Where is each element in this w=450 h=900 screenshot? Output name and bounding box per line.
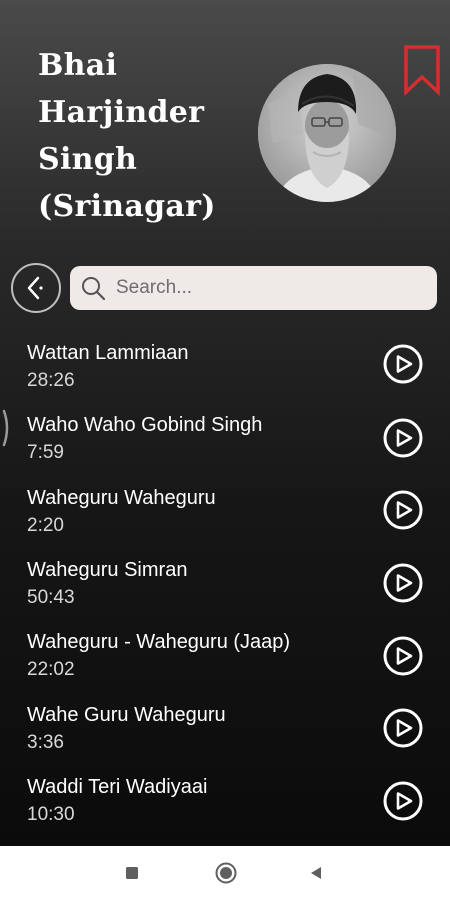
back-button[interactable]	[11, 263, 61, 313]
square-icon	[126, 867, 138, 879]
screen: Bhai Harjinder Singh (Srinagar) Search..…	[0, 0, 450, 846]
track-duration: 50:43	[27, 587, 75, 608]
list-item[interactable]: Wattan Lammiaan 28:26	[0, 342, 450, 408]
list-item[interactable]: Waheguru Simran 50:43	[0, 559, 450, 625]
track-title: Waheguru - Waheguru (Jaap)	[27, 631, 291, 653]
home-button[interactable]	[214, 861, 238, 885]
nav-back-button[interactable]	[306, 863, 326, 883]
back-arrow-icon	[27, 276, 43, 300]
search-bar	[70, 266, 437, 310]
recents-button[interactable]	[122, 863, 142, 883]
track-title: Wattan Lammiaan	[27, 342, 189, 364]
track-duration: 22:02	[27, 659, 75, 680]
track-duration: 2:20	[27, 515, 64, 536]
system-nav-bar	[0, 846, 450, 900]
bookmark-icon	[404, 45, 440, 97]
play-circle-icon[interactable]	[383, 490, 423, 530]
list-item[interactable]: Wahe Guru Waheguru 3:36	[0, 704, 450, 770]
track-title: Waheguru Waheguru	[27, 487, 216, 509]
artist-name: Bhai Harjinder Singh (Srinagar)	[38, 48, 216, 224]
track-title: Waho Waho Gobind Singh	[27, 414, 263, 436]
list-item[interactable]: Waddi Teri Wadiyaai 10:30	[0, 776, 450, 842]
bookmark-button[interactable]	[402, 44, 442, 97]
play-circle-icon[interactable]	[383, 344, 423, 384]
track-title: Waddi Teri Wadiyaai	[27, 776, 208, 798]
track-duration: 7:59	[27, 442, 64, 463]
track-title: Waheguru Simran	[27, 559, 188, 581]
home-circle-icon	[215, 862, 237, 884]
play-circle-icon[interactable]	[383, 636, 423, 676]
search-input[interactable]	[114, 267, 437, 309]
artist-avatar	[258, 64, 396, 202]
triangle-back-icon	[311, 867, 321, 879]
list-item[interactable]: Waheguru - Waheguru (Jaap) 22:02	[0, 631, 450, 697]
track-duration: 10:30	[27, 804, 75, 825]
search-icon	[82, 277, 106, 301]
list-item[interactable]: Waheguru Waheguru 2:20	[0, 487, 450, 553]
list-item[interactable]: Waho Waho Gobind Singh 7:59	[0, 414, 450, 480]
track-duration: 28:26	[27, 370, 75, 391]
track-title: Wahe Guru Waheguru	[27, 704, 226, 726]
play-circle-icon[interactable]	[383, 781, 423, 821]
play-circle-icon[interactable]	[383, 708, 423, 748]
play-circle-icon[interactable]	[383, 563, 423, 603]
track-duration: 3:36	[27, 732, 64, 753]
play-circle-icon[interactable]	[383, 418, 423, 458]
